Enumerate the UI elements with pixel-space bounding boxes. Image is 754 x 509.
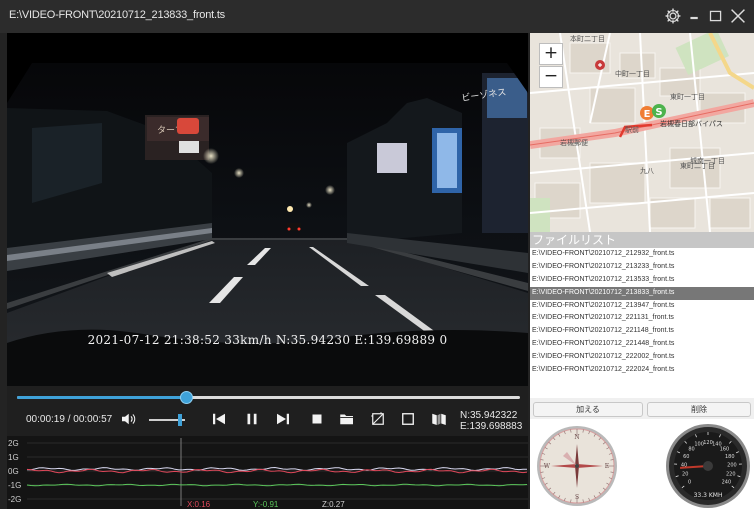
gauges-svg: N E S W 020406080100 120 14016018020022024… (537, 424, 750, 508)
map-zoom-in-button[interactable]: + (539, 43, 563, 65)
side-panel: E S 本町二丁目 中町一丁目 東町一丁目 東町二丁目 岩槻春日部バイパス 岩槻… (530, 33, 754, 509)
playlist-item[interactable]: E:\VIDEO-FRONT\20210712_221131_front.ts (530, 312, 754, 325)
playlist-item[interactable]: E:\VIDEO-FRONT\20210712_221448_front.ts (530, 338, 754, 351)
speed-readout: 33.3 KMH (694, 492, 723, 499)
compass-east: E (605, 463, 609, 470)
compass-north: N (574, 434, 579, 441)
map-label: 中町一丁目 (615, 69, 650, 78)
map-marker-end: E (640, 106, 654, 120)
gps-latitude: N:35.942322 (460, 410, 518, 421)
map-label: 岩槻郵便 (560, 138, 588, 147)
volume-icon[interactable] (119, 410, 137, 428)
map-marker-start: S (652, 104, 666, 118)
map-label: 本町二丁目 (570, 34, 605, 43)
map-zoom-out-button[interactable]: − (539, 66, 563, 88)
map-marker-end-label: E (644, 109, 651, 120)
g-axis-label: 2G (8, 439, 19, 448)
compass-west: W (544, 463, 551, 470)
speed-tick-label: 160 (720, 447, 730, 453)
window-title: E:\VIDEO-FRONT\20210712_213833_front.ts (9, 9, 225, 21)
g-sensor-graph: 2G 1G 0G -1G -2G X:0.16 Y:-0.91 Z:0.27 (7, 436, 528, 509)
delete-file-button[interactable]: 削除 (647, 402, 751, 417)
maximize-icon[interactable] (705, 5, 727, 27)
gps-longitude: E:139.698883 (460, 421, 523, 432)
seek-bar[interactable] (17, 391, 520, 404)
g-sensor-plot (26, 438, 528, 506)
speed-tick-label: 60 (683, 454, 689, 460)
playlist-item[interactable]: E:\VIDEO-FRONT\20210712_222002_front.ts (530, 351, 754, 364)
volume-slider[interactable] (149, 414, 185, 426)
dashcam-viewer-window: E:\VIDEO-FRONT\20210712_213833_front.ts (0, 0, 754, 509)
open-folder-icon[interactable] (338, 410, 356, 428)
add-file-button[interactable]: 加える (533, 402, 643, 417)
video-timestamp-overlay: 2021-07-12 21:38:52 33km/h N:35.94230 E:… (87, 333, 448, 347)
playlist-item[interactable]: E:\VIDEO-FRONT\20210712_213833_front.ts (530, 286, 754, 300)
speedometer: 020406080100 120 140160180200220240 33.3 K… (666, 424, 750, 508)
g-axis-label: -2G (8, 495, 22, 504)
route-map[interactable]: E S 本町二丁目 中町一丁目 東町一丁目 東町二丁目 岩槻春日部バイパス 岩槻… (530, 33, 754, 232)
seek-bar-handle[interactable] (179, 391, 193, 404)
g-axis-label: 1G (8, 453, 19, 462)
g-x-value: X:0.16 (187, 500, 211, 509)
playlist-item[interactable]: E:\VIDEO-FRONT\20210712_212932_front.ts (530, 248, 754, 261)
map-label: 城南一丁目 (690, 156, 725, 165)
speed-tick-label: 200 (727, 463, 737, 469)
map-tiles: E S 本町二丁目 中町一丁目 東町一丁目 東町二丁目 岩槻春日部バイパス 岩槻… (530, 33, 754, 232)
playlist-header: ファイルリスト (530, 232, 754, 248)
g-y-value: Y:-0.91 (253, 500, 279, 509)
g-sensor-y-line (26, 483, 528, 487)
next-track-icon[interactable] (274, 410, 292, 428)
speed-tick-label: 180 (725, 454, 735, 460)
playlist-item[interactable]: E:\VIDEO-FRONT\20210712_221148_front.ts (530, 325, 754, 338)
playlist: E:\VIDEO-FRONT\20210712_212932_front.ts E… (530, 248, 754, 398)
volume-slider-handle[interactable] (177, 414, 182, 426)
g-axis-label: 0G (8, 467, 19, 476)
map-label: 東町一丁目 (670, 92, 705, 101)
g-z-value: Z:0.27 (322, 500, 345, 509)
previous-track-icon[interactable] (210, 410, 228, 428)
map-book-icon[interactable] (430, 410, 448, 428)
playlist-item[interactable]: E:\VIDEO-FRONT\20210712_222024_front.ts (530, 364, 754, 377)
playlist-item[interactable]: E:\VIDEO-FRONT\20210712_213533_front.ts (530, 274, 754, 287)
map-label: 九八 (640, 166, 654, 175)
g-sensor-x-line (26, 468, 528, 474)
map-label: 岩槻春日部バイパス (660, 119, 723, 128)
map-label: 駅前 (625, 125, 639, 134)
settings-gear-icon[interactable] (662, 5, 684, 27)
speed-tick-label: 20 (682, 472, 688, 478)
playlist-item[interactable]: E:\VIDEO-FRONT\20210712_213233_front.ts (530, 261, 754, 274)
gauges: N E S W 0 20 40 60 80 100 120 140 160 180 200 220 24… (530, 419, 754, 509)
stop-icon[interactable] (308, 410, 326, 428)
minimize-icon[interactable] (684, 5, 706, 27)
seek-bar-fill (17, 396, 186, 399)
time-display: 00:00:19 / 00:00:57 (26, 414, 113, 425)
title-bar: E:\VIDEO-FRONT\20210712_213833_front.ts (0, 0, 754, 33)
g-sensor-z-line (26, 466, 528, 472)
playlist-item[interactable]: E:\VIDEO-FRONT\20210712_213947_front.ts (530, 300, 754, 313)
pause-icon[interactable] (243, 410, 261, 428)
compass-south: S (575, 494, 579, 501)
fullscreen-icon[interactable] (399, 410, 417, 428)
speed-tick-label: 0 (688, 479, 691, 485)
playlist-buttons: 加える 削除 (530, 402, 754, 418)
g-axis-label: -1G (8, 481, 22, 490)
close-icon[interactable] (727, 5, 749, 27)
video-frame[interactable]: ターマイ ビーゾネス 2021-07-12 21:38:52 33km/h N:… (7, 33, 528, 386)
gps-coordinates: N:35.942322 E:139.698883 (460, 410, 522, 432)
map-marker-start-label: S (655, 107, 662, 118)
crop-icon[interactable] (369, 410, 387, 428)
compass: N E S W (537, 426, 617, 506)
speed-tick-label: 240 (722, 479, 732, 485)
playback-controls: 00:00:19 / 00:00:57 N:35.942322 E:139.69… (7, 386, 528, 436)
speed-tick-label: 220 (726, 472, 736, 478)
